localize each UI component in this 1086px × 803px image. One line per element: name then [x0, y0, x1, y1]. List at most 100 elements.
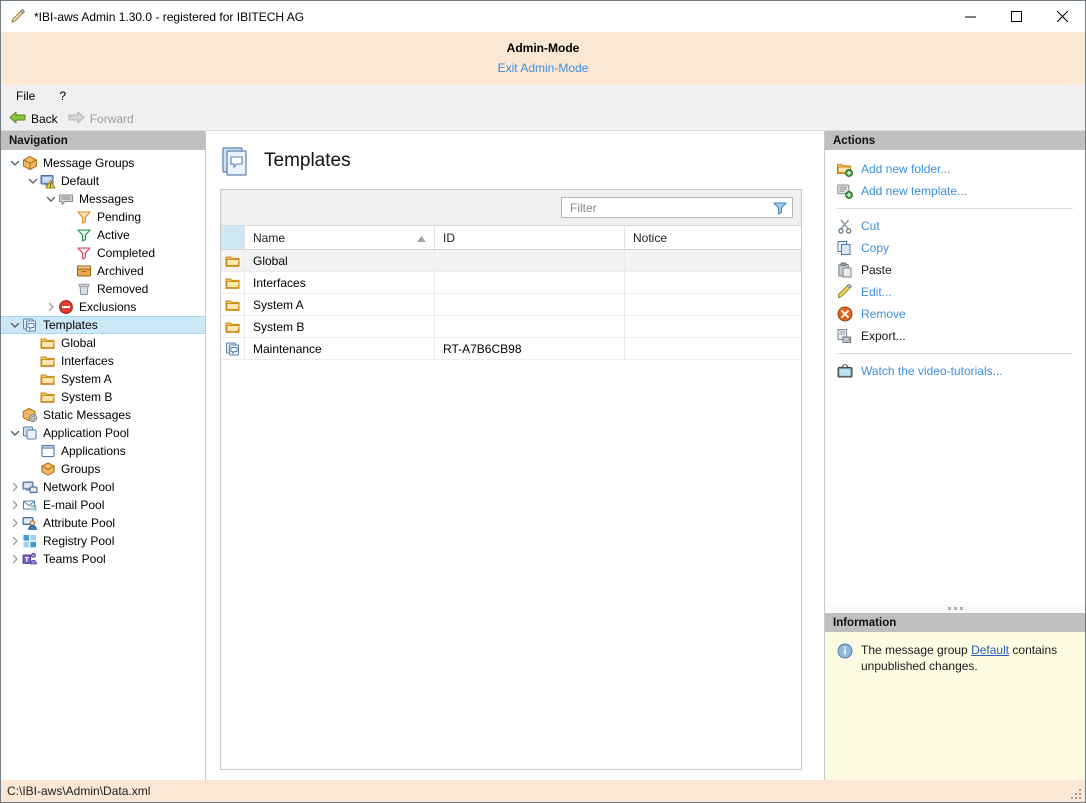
nav-item-attribute-pool[interactable]: Attribute Pool [1, 514, 205, 532]
nav-item-interfaces[interactable]: Interfaces [1, 352, 205, 370]
table-row[interactable]: System A [221, 294, 801, 316]
nav-item-label: Archived [97, 264, 144, 278]
twisty-placeholder [27, 373, 39, 385]
nav-item-applications[interactable]: Applications [1, 442, 205, 460]
main-body: Navigation Message GroupsDefaultMessages… [1, 131, 1085, 780]
panel-splitter[interactable] [825, 603, 1085, 613]
email-icon [22, 497, 38, 513]
maximize-button[interactable] [993, 1, 1039, 32]
chevron-down-icon[interactable] [27, 175, 39, 187]
nav-item-label: Teams Pool [43, 552, 106, 566]
menu-help[interactable]: ? [56, 88, 69, 104]
nav-item-registry-pool[interactable]: Registry Pool [1, 532, 205, 550]
back-button[interactable]: Back [9, 111, 58, 127]
template-add-icon [837, 183, 853, 199]
nav-item-application-pool[interactable]: Application Pool [1, 424, 205, 442]
resize-grip-icon[interactable] [1070, 788, 1082, 800]
nav-item-teams-pool[interactable]: Teams Pool [1, 550, 205, 568]
funnel-icon[interactable] [772, 200, 788, 216]
cell-notice [625, 294, 801, 315]
close-button[interactable] [1039, 1, 1085, 32]
table-header-id-label: ID [443, 231, 455, 245]
nav-item-static-messages[interactable]: Static Messages [1, 406, 205, 424]
chevron-right-icon[interactable] [9, 517, 21, 529]
nav-item-templates[interactable]: Templates [1, 316, 205, 334]
messages-icon [58, 191, 74, 207]
nav-item-exclusions[interactable]: Exclusions [1, 298, 205, 316]
navigation-tree[interactable]: Message GroupsDefaultMessagesPending Acti… [1, 150, 205, 780]
table-row[interactable]: Global [221, 250, 801, 272]
filter-input[interactable] [570, 201, 772, 215]
information-header: Information [825, 613, 1085, 632]
templates-table-container: Name ID Notice GlobalInterfacesSystem [220, 189, 802, 770]
action-label: Watch the video-tutorials... [861, 364, 1003, 378]
table-header-id[interactable]: ID [435, 226, 625, 249]
templates-large-icon [220, 145, 252, 177]
actions-separator [837, 353, 1073, 354]
table-header-notice[interactable]: Notice [625, 226, 801, 249]
nav-item-archived[interactable]: Archived [1, 262, 205, 280]
nav-item-e-mail-pool[interactable]: E-mail Pool [1, 496, 205, 514]
chevron-right-icon[interactable] [9, 481, 21, 493]
filter-box[interactable] [561, 197, 793, 218]
chevron-down-icon[interactable] [9, 157, 21, 169]
nav-item-removed[interactable]: Removed [1, 280, 205, 298]
menu-file[interactable]: File [13, 88, 38, 104]
action-copy[interactable]: Copy [825, 237, 1085, 259]
nav-item-active[interactable]: Active [1, 226, 205, 244]
nav-item-label: Global [61, 336, 96, 350]
cell-notice [625, 250, 801, 271]
forward-button[interactable]: Forward [68, 111, 134, 127]
nav-item-label: Completed [97, 246, 155, 260]
nav-item-default[interactable]: Default [1, 172, 205, 190]
nav-item-label: Templates [43, 318, 98, 332]
table-row[interactable]: Interfaces [221, 272, 801, 294]
action-watch-the-video-tutorials[interactable]: Watch the video-tutorials... [825, 360, 1085, 382]
action-edit[interactable]: Edit... [825, 281, 1085, 303]
table-header-name[interactable]: Name [245, 226, 435, 249]
nav-item-groups[interactable]: Groups [1, 460, 205, 478]
action-cut[interactable]: Cut [825, 215, 1085, 237]
twisty-placeholder [27, 355, 39, 367]
chevron-right-icon[interactable] [9, 499, 21, 511]
chevron-right-icon[interactable] [9, 553, 21, 565]
nav-item-system-b[interactable]: System B [1, 388, 205, 406]
action-add-new-folder[interactable]: Add new folder... [825, 158, 1085, 180]
nav-item-completed[interactable]: Completed [1, 244, 205, 262]
admin-mode-title: Admin-Mode [507, 40, 580, 56]
chevron-right-icon[interactable] [45, 301, 57, 313]
chevron-right-icon[interactable] [9, 535, 21, 547]
navigation-toolbar: Back Forward [1, 107, 1085, 131]
exit-admin-mode-link[interactable]: Exit Admin-Mode [498, 60, 589, 76]
application-icon [40, 443, 56, 459]
nav-item-label: Application Pool [43, 426, 129, 440]
action-add-new-template[interactable]: Add new template... [825, 180, 1085, 202]
nav-item-global[interactable]: Global [1, 334, 205, 352]
chevron-down-icon[interactable] [9, 427, 21, 439]
cell-id [435, 250, 625, 271]
cell-id: RT-A7B6CB98 [435, 338, 625, 359]
minimize-button[interactable] [947, 1, 993, 32]
information-link[interactable]: Default [971, 643, 1009, 657]
nav-item-message-groups[interactable]: Message Groups [1, 154, 205, 172]
nav-item-messages[interactable]: Messages [1, 190, 205, 208]
action-remove[interactable]: Remove [825, 303, 1085, 325]
twisty-placeholder [27, 463, 39, 475]
application-window: *IBI-aws Admin 1.30.0 - registered for I… [0, 0, 1086, 803]
tv-icon [837, 363, 853, 379]
table-row[interactable]: MaintenanceRT-A7B6CB98 [221, 338, 801, 360]
chevron-down-icon[interactable] [45, 193, 57, 205]
nav-item-network-pool[interactable]: Network Pool [1, 478, 205, 496]
nav-item-label: Active [97, 228, 130, 242]
nav-item-pending[interactable]: Pending [1, 208, 205, 226]
message-groups-icon [22, 155, 38, 171]
nav-item-label: Groups [61, 462, 100, 476]
actions-header: Actions [825, 131, 1085, 150]
paste-icon [837, 262, 853, 278]
nav-item-system-a[interactable]: System A [1, 370, 205, 388]
info-icon [837, 643, 853, 659]
chevron-down-icon[interactable] [9, 319, 21, 331]
table-row[interactable]: System B [221, 316, 801, 338]
nav-item-label: Removed [97, 282, 148, 296]
folder-icon [221, 294, 245, 315]
